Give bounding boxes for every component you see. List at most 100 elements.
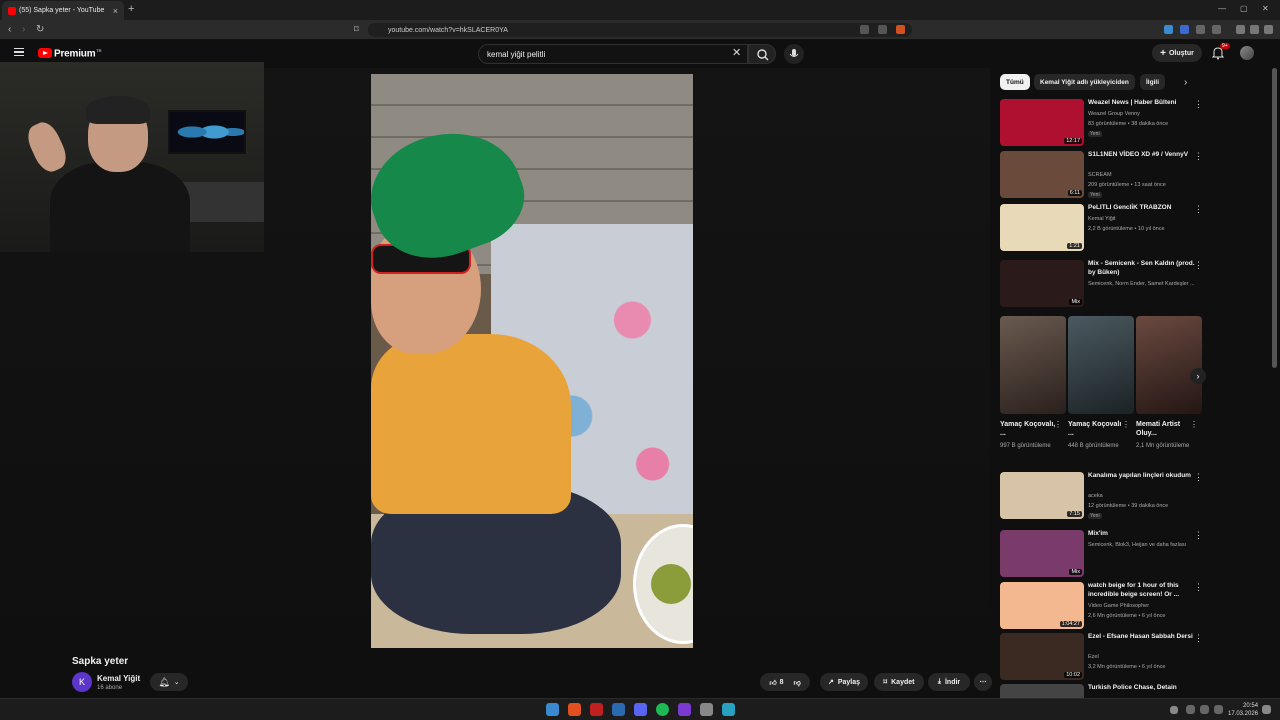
more-vertical-icon[interactable]: ⋮ — [1122, 420, 1130, 429]
new-tab-icon[interactable]: + — [128, 3, 134, 15]
spotify-icon[interactable] — [656, 703, 669, 716]
rec-channel[interactable]: Semicenk, Blok3, Heijan ve daha fazlası — [1088, 542, 1202, 548]
reload-icon[interactable]: ↻ — [36, 24, 44, 35]
system-clock[interactable]: 20:54 17.03.2026 — [1228, 702, 1258, 718]
short-thumbnail[interactable] — [1068, 316, 1134, 414]
rec-channel[interactable]: Video Game Philosopher — [1088, 603, 1202, 609]
more-vertical-icon[interactable]: ⋮ — [1194, 582, 1203, 593]
rec-title[interactable]: Weazel News | Haber Bülteni — [1088, 99, 1198, 108]
rec-title[interactable]: Mix'im — [1088, 530, 1198, 539]
like-button[interactable]: 👍︎ 8 — [769, 678, 783, 687]
voice-search-button[interactable] — [784, 44, 804, 64]
tab-close-icon[interactable]: × — [113, 6, 118, 16]
rec-thumbnail[interactable]: 12:17 — [1000, 99, 1084, 146]
extension-icon[interactable] — [1180, 25, 1189, 34]
create-button[interactable]: + Oluştur — [1152, 44, 1202, 62]
short-item[interactable] — [1068, 316, 1134, 414]
recommendation-item[interactable]: Mix Mix'im Semicenk, Blok3, Heijan ve da… — [1000, 530, 1204, 580]
rec-title[interactable]: S1L1NEN VİDEO XD #9 / VennyV — [1088, 151, 1198, 160]
url-field[interactable]: youtube.com/watch?v=hkSLACER0YA — [368, 23, 912, 37]
youtube-logo-icon[interactable] — [38, 48, 52, 58]
rec-thumbnail[interactable]: 1:04:27 — [1000, 582, 1084, 629]
short-title[interactable]: Memati Artist Oluy... — [1136, 420, 1190, 438]
channel-name[interactable]: Kemal Yiğit — [97, 674, 140, 683]
channel-avatar[interactable]: K — [72, 672, 92, 692]
back-icon[interactable]: ‹ — [8, 24, 11, 35]
browser-tab[interactable]: (55) Sapka yeter - YouTube × — [2, 1, 124, 20]
chip-from-uploader[interactable]: Kemal Yiğit adlı yükleyiciden — [1034, 74, 1135, 90]
app-icon[interactable] — [722, 703, 735, 716]
share-button[interactable]: ↗ Paylaş — [820, 673, 868, 691]
rec-channel[interactable]: Weazel Group Venny — [1088, 111, 1202, 117]
more-vertical-icon[interactable]: ⋮ — [1194, 204, 1203, 215]
volume-icon[interactable] — [1214, 705, 1223, 714]
short-item[interactable] — [1000, 316, 1066, 414]
recommendation-item[interactable]: 1:21 PeLITLI Gencli̇K TRABZON Kemal Yiği… — [1000, 204, 1204, 254]
rec-channel[interactable]: Kemal Yiğit — [1088, 216, 1202, 222]
page-scrollbar[interactable] — [1272, 68, 1277, 368]
extension-icon[interactable] — [1164, 25, 1173, 34]
dislike-icon[interactable]: 👎︎ — [794, 678, 801, 687]
start-menu-icon[interactable] — [546, 703, 559, 716]
notification-center-icon[interactable] — [1262, 705, 1271, 714]
app-icon[interactable] — [590, 703, 603, 716]
rec-channel[interactable]: Semicenk, Norm Ender, Samet Kardeşler ..… — [1088, 281, 1202, 287]
account-avatar[interactable] — [1240, 46, 1254, 60]
bookmark-icon[interactable]: ⌑ — [354, 24, 359, 35]
tray-icon[interactable] — [1200, 705, 1209, 714]
rec-title[interactable]: Mix - Semicenk - Sen Kaldın (prod. by Bü… — [1088, 260, 1198, 277]
more-vertical-icon[interactable]: ⋮ — [1194, 633, 1203, 644]
more-vertical-icon[interactable]: ⋮ — [1190, 420, 1198, 429]
more-vertical-icon[interactable]: ⋮ — [1194, 472, 1203, 483]
rec-thumbnail[interactable]: 1:21 — [1000, 204, 1084, 251]
cast-icon[interactable] — [860, 25, 869, 34]
short-item[interactable] — [1136, 316, 1202, 414]
shorts-next-icon[interactable]: › — [1190, 368, 1206, 384]
recommendation-item[interactable]: Mix Mix - Semicenk - Sen Kaldın (prod. b… — [1000, 260, 1204, 310]
rec-thumbnail[interactable]: 7:15 — [1000, 472, 1084, 519]
recommendation-item[interactable]: 1:04:27 watch beige for 1 hour of this i… — [1000, 582, 1204, 632]
recommendation-item[interactable]: 12:17 Weazel News | Haber Bülteni Weazel… — [1000, 99, 1204, 149]
short-title[interactable]: Yamaç Koçovalı, ... — [1000, 420, 1058, 438]
rec-title[interactable]: Ezel - Efsane Hasan Sabbah Dersi — [1088, 633, 1198, 642]
recommendation-item[interactable]: 7:15 Kanalıma yapılan linçleri okudum ac… — [1000, 472, 1204, 522]
rec-channel[interactable]: aceka — [1088, 493, 1202, 499]
search-input[interactable]: kemal yiğit pelitli — [478, 44, 748, 64]
rec-thumbnail[interactable]: 10:02 — [1000, 633, 1084, 680]
short-title[interactable]: Yamaç Koçovalı ... — [1068, 420, 1122, 438]
extension-icon[interactable] — [1196, 25, 1205, 34]
chip-related[interactable]: İlgili — [1140, 74, 1165, 90]
tray-chevron-icon[interactable] — [1170, 706, 1178, 714]
brave-browser-icon[interactable] — [568, 703, 581, 716]
more-actions-button[interactable]: ⋯ — [974, 673, 992, 691]
download-button[interactable]: ⤓ İndir — [928, 673, 970, 691]
save-button[interactable]: ⌑ Kaydet — [874, 673, 924, 691]
rec-thumbnail[interactable]: Mix — [1000, 260, 1084, 307]
premium-logo-text[interactable]: PremiumTR — [54, 48, 102, 59]
more-vertical-icon[interactable]: ⋮ — [1054, 420, 1062, 429]
rec-thumbnail[interactable] — [1000, 684, 1084, 698]
more-vertical-icon[interactable]: ⋮ — [1194, 530, 1203, 541]
settings-gear-icon[interactable] — [700, 703, 713, 716]
maximize-icon[interactable]: ▢ — [1240, 4, 1248, 13]
rec-channel[interactable]: SCREAM — [1088, 172, 1202, 178]
minimize-icon[interactable]: — — [1218, 4, 1226, 13]
rec-channel[interactable]: Ezel — [1088, 654, 1202, 660]
browser-menu-icon[interactable] — [1264, 25, 1273, 34]
search-button[interactable] — [748, 44, 776, 64]
forward-icon[interactable]: › — [22, 24, 25, 35]
recommendation-item[interactable]: 10:02 Ezel - Efsane Hasan Sabbah Dersi E… — [1000, 633, 1204, 683]
more-vertical-icon[interactable]: ⋮ — [1194, 151, 1203, 162]
hamburger-menu-icon[interactable] — [14, 48, 24, 56]
tray-icon[interactable] — [1186, 705, 1195, 714]
short-thumbnail[interactable] — [1136, 316, 1202, 414]
chips-next-icon[interactable]: › — [1184, 77, 1187, 88]
app-icon[interactable] — [612, 703, 625, 716]
clear-search-icon[interactable]: ✕ — [732, 46, 741, 59]
short-thumbnail[interactable] — [1000, 316, 1066, 414]
subscription-bell-button[interactable]: 🔔︎ ⌄ — [150, 673, 188, 691]
extensions-menu-icon[interactable] — [1212, 25, 1221, 34]
rec-title[interactable]: Turkish Police Chase, Detain — [1088, 684, 1198, 693]
rec-thumbnail[interactable]: Mix — [1000, 530, 1084, 577]
recommendation-item[interactable]: Turkish Police Chase, Detain — [1000, 684, 1204, 698]
